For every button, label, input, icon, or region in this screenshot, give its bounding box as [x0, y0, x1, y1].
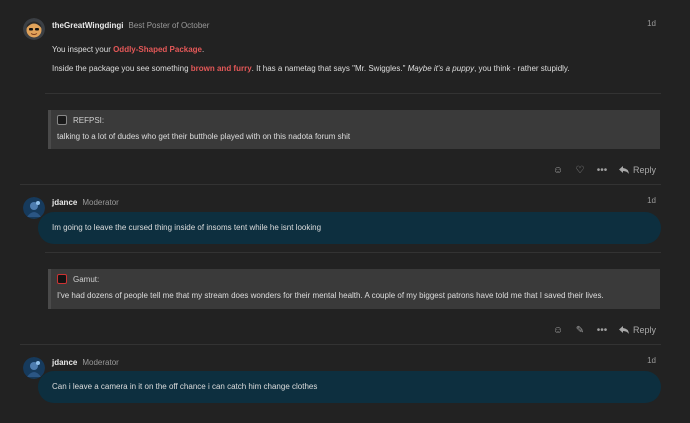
moderator-post-bubble: Im going to leave the cursed thing insid… — [38, 212, 661, 244]
user-title: Moderator — [82, 357, 119, 367]
reply-button[interactable]: Reply — [618, 325, 656, 335]
quote-avatar-icon — [57, 274, 67, 284]
reply-button[interactable]: Reply — [618, 165, 656, 175]
post-date[interactable]: 1d — [647, 196, 656, 205]
text-segment: . — [202, 45, 205, 54]
post-meta: theGreatWingdingi Best Poster of October — [52, 19, 209, 31]
quote-block: REFPSI: talking to a lot of dudes who ge… — [48, 110, 660, 149]
post-divider — [20, 344, 661, 345]
smiley-icon[interactable]: ☺ — [547, 163, 569, 177]
heart-icon[interactable]: ♡ — [569, 163, 591, 177]
post-body: Im going to leave the cursed thing insid… — [52, 223, 322, 232]
user-title: Best Poster of October — [128, 20, 210, 30]
username[interactable]: jdance — [52, 198, 77, 207]
post-actions: ☺ ♡ ••• Reply — [547, 163, 656, 177]
pencil-icon[interactable]: ✎ — [569, 323, 591, 337]
quote-header[interactable]: REFPSI: — [57, 115, 104, 125]
more-icon[interactable]: ••• — [591, 163, 613, 177]
quote-header[interactable]: Gamut: — [57, 274, 99, 284]
post-2: jdance Moderator 1d Im going to leave th… — [0, 196, 690, 346]
post-meta: jdance Moderator — [52, 356, 119, 368]
post-divider — [20, 184, 661, 185]
more-icon[interactable]: ••• — [591, 323, 613, 337]
post-3: jdance Moderator 1d Can i leave a camera… — [0, 356, 690, 423]
post-date[interactable]: 1d — [647, 356, 656, 365]
post-meta: jdance Moderator — [52, 196, 119, 208]
italic-text: Maybe it's a puppy — [407, 64, 475, 73]
username[interactable]: theGreatWingdingi — [52, 21, 123, 30]
divider — [45, 252, 661, 253]
quote-author: REFPSI: — [73, 115, 105, 125]
text-segment: Inside the package you see something — [52, 64, 191, 73]
description-highlight: brown and furry — [190, 64, 252, 73]
moderator-post-bubble: Can i leave a camera in it on the off ch… — [38, 371, 661, 403]
post-body-line-1: You inspect your Oddly-Shaped Package. — [52, 44, 656, 55]
quote-author: Gamut: — [73, 274, 100, 284]
post-actions: ☺ ✎ ••• Reply — [547, 323, 656, 337]
text-segment: . It has a nametag that says "Mr. Swiggl… — [251, 64, 408, 73]
text-segment: , you think - rather stupidly. — [474, 64, 570, 73]
divider — [45, 93, 661, 94]
item-name-highlight: Oddly-Shaped Package — [113, 45, 202, 54]
post-1: theGreatWingdingi Best Poster of October… — [0, 17, 690, 187]
text-segment: You inspect your — [52, 45, 114, 54]
avatar-emoji-icon — [23, 18, 45, 40]
reply-arrow-icon — [618, 326, 629, 334]
reply-label: Reply — [632, 165, 656, 175]
quote-text: I've had dozens of people tell me that m… — [57, 291, 604, 300]
user-title: Moderator — [82, 197, 119, 207]
avatar[interactable] — [23, 18, 45, 40]
post-date[interactable]: 1d — [647, 19, 656, 28]
smiley-icon[interactable]: ☺ — [547, 323, 569, 337]
username[interactable]: jdance — [52, 358, 77, 367]
post-body-line-2: Inside the package you see something bro… — [52, 63, 656, 74]
quote-block: Gamut: I've had dozens of people tell me… — [48, 269, 660, 309]
quote-avatar-icon — [57, 115, 67, 125]
quote-text: talking to a lot of dudes who get their … — [57, 132, 351, 141]
post-body: Can i leave a camera in it on the off ch… — [52, 382, 318, 391]
reply-label: Reply — [632, 325, 656, 335]
reply-arrow-icon — [618, 166, 629, 174]
